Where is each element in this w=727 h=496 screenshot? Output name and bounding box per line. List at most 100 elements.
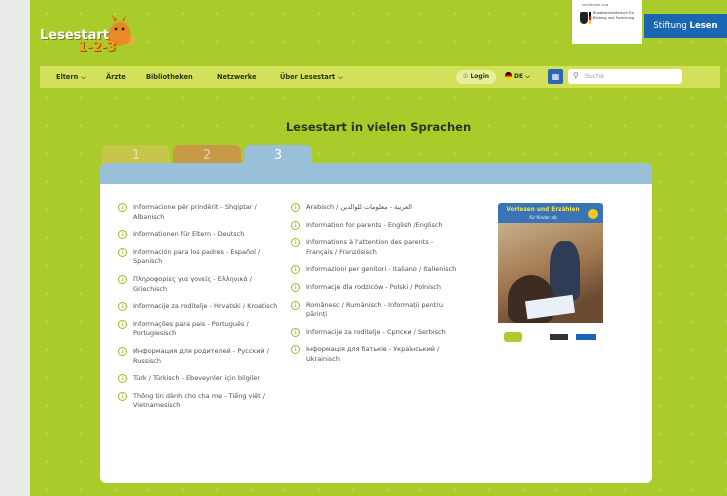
- link-label: Informações para pais - Português / Port…: [133, 319, 249, 338]
- nav-item-netzwerke[interactable]: Netzwerke: [217, 66, 256, 88]
- download-link[interactable]: ↓ Πληροφορίες για γονείς - Ελληνικά / Gri…: [118, 274, 288, 294]
- download-link[interactable]: ↓ Românesc / Rumänisch - Informații pentr…: [291, 300, 461, 320]
- main-nav: Eltern ⌵ Ärzte Bibliotheken Netzwerke Übe…: [40, 66, 720, 88]
- german-flag-icon: [589, 12, 591, 24]
- download-icon: ↓: [118, 319, 127, 329]
- link-label: Informazioni per genitori - Italiano / I…: [306, 265, 457, 274]
- chevron-down-icon: ⌵: [81, 74, 86, 81]
- login-button[interactable]: ☉ Login: [456, 70, 496, 84]
- link-label: Arabisch / العربية - معلومات للوالدين: [306, 203, 412, 211]
- download-link[interactable]: ↓ Informacije za roditelje - Hrvatski / K…: [118, 302, 288, 312]
- booklet-cover-image[interactable]: Vorlesen und Erzählen für Kinder ab: [498, 203, 603, 351]
- nav-item-eltern[interactable]: Eltern ⌵: [56, 66, 86, 88]
- link-label: Informacije za roditelje - Hrvatski / Kr…: [133, 302, 278, 311]
- bmbf-funding-note: GEFÖRDERT VOM: [582, 3, 609, 7]
- booklet-logos: [498, 323, 603, 351]
- download-icon: ↓: [291, 203, 300, 212]
- lesestart-logo[interactable]: Lesestart 1-2-3: [40, 10, 145, 60]
- nav-label: Netzwerke: [217, 73, 257, 81]
- link-label: Thông tin dành cho cha mẹ - Tiếng việt /…: [133, 391, 265, 410]
- nav-item-bibliotheken[interactable]: Bibliotheken: [146, 66, 193, 88]
- download-icon: ↓: [291, 300, 300, 310]
- child-figure: [550, 241, 580, 301]
- download-icon: ↓: [291, 220, 300, 230]
- search-icon: ⚲: [573, 71, 579, 80]
- link-label: Românesc / Rumänisch - Informații pentru…: [306, 300, 444, 319]
- link-label: Информация для родителей - Русский / Rus…: [133, 346, 269, 365]
- search-input[interactable]: [585, 70, 675, 82]
- language-select[interactable]: DE ⌵: [505, 70, 545, 84]
- download-icon: ↓: [291, 327, 300, 337]
- link-label: Informacje dla rodziców - Polski / Polni…: [306, 282, 442, 291]
- page-title: Lesestart in vielen Sprachen: [285, 120, 472, 134]
- chevron-down-icon: ⌵: [338, 74, 343, 81]
- download-link[interactable]: ↓ Informations à l'attention des parents …: [291, 238, 461, 257]
- download-icon: ↓: [291, 282, 300, 292]
- download-link[interactable]: ↓ Informacione për prindërit - Shqiptar /…: [118, 203, 288, 222]
- download-icon: ↓: [291, 345, 300, 355]
- download-icon: ↓: [118, 391, 127, 401]
- download-icon: ↓: [118, 203, 127, 212]
- language-label: DE: [514, 73, 524, 80]
- download-icon: ↓: [118, 302, 127, 312]
- download-link[interactable]: ↓ Informacje dla rodziców - Polski / Poln…: [291, 282, 461, 293]
- link-label: Informations à l'attention des parents -…: [306, 238, 434, 256]
- age-badge-icon: [588, 209, 598, 219]
- stiftung-lesen-logo[interactable]: Stiftung Lesen: [644, 14, 727, 38]
- user-icon: ☉: [462, 73, 469, 80]
- stiftung-word: Stiftung: [653, 21, 690, 31]
- download-icon: ↓: [118, 274, 127, 284]
- father-child-photo: [498, 223, 603, 323]
- download-list-right: ↓ Arabisch / العربية - معلومات للوالدين ↓…: [291, 203, 461, 373]
- link-label: Türk / Türkisch - Ebeveynler için bilgil…: [133, 374, 261, 383]
- link-label: Información para los padres - Español / …: [133, 247, 261, 266]
- link-label: Informacije za roditelje - Српски / Serb…: [306, 327, 446, 336]
- link-label: Інформація для батьків - Український / U…: [306, 345, 440, 363]
- bmbf-name: Bundesministerium für Bildung und Forsch…: [593, 11, 635, 20]
- german-flag-icon: [505, 72, 512, 79]
- link-label: Informacione për prindërit - Shqiptar / …: [133, 203, 257, 221]
- page: Lesestart 1-2-3 GEFÖRDERT VOM Bundesmini…: [30, 0, 727, 496]
- download-link[interactable]: ↓ Informationen für Eltern - Deutsch: [118, 230, 288, 240]
- download-link[interactable]: ↓ Información para los padres - Español /…: [118, 247, 288, 267]
- download-link[interactable]: ↓ Informazioni per genitori - Italiano / …: [291, 265, 461, 275]
- nav-label: Ärzte: [106, 73, 126, 81]
- accessibility-icon[interactable]: ▦: [548, 69, 563, 84]
- logo-number: 1-2-3: [78, 40, 116, 55]
- link-label: Information for parents - English /Engli…: [306, 220, 443, 229]
- login-label: Login: [470, 73, 490, 80]
- federal-eagle-icon: [580, 12, 588, 24]
- bmbf-mini-logo: [550, 334, 568, 340]
- chevron-down-icon: ⌵: [525, 73, 530, 80]
- nav-label: Eltern: [56, 73, 79, 81]
- download-link[interactable]: ↓ Türk / Türkisch - Ebeveynler için bilgi…: [118, 374, 288, 384]
- header: Lesestart 1-2-3 GEFÖRDERT VOM Bundesmini…: [30, 0, 727, 66]
- nav-item-ueber-lesestart[interactable]: Über Lesestart ⌵: [280, 66, 343, 88]
- link-label: Informationen für Eltern - Deutsch: [133, 230, 245, 239]
- download-list-left: ↓ Informacione për prindërit - Shqiptar /…: [118, 203, 288, 419]
- bmbf-logo[interactable]: GEFÖRDERT VOM Bundesministerium für Bild…: [572, 0, 642, 44]
- stiftung-mini-logo: [576, 334, 596, 340]
- nav-item-aerzte[interactable]: Ärzte: [106, 66, 126, 88]
- languages-card: ↓ Informacione për prindërit - Shqiptar /…: [100, 163, 652, 483]
- download-link[interactable]: ↓ Thông tin dành cho cha mẹ - Tiếng việt …: [118, 391, 288, 411]
- download-icon: ↓: [291, 238, 300, 248]
- booklet-title: Vorlesen und Erzählen: [506, 207, 580, 213]
- link-label: Πληροφορίες για γονείς - Ελληνικά / Grie…: [133, 274, 252, 293]
- download-icon: ↓: [118, 247, 127, 257]
- nav-label: Bibliotheken: [146, 73, 193, 81]
- download-icon: ↓: [118, 374, 127, 384]
- lesestart-mini-logo: [504, 332, 522, 342]
- download-link[interactable]: ↓ Information for parents - English /Engl…: [291, 220, 461, 231]
- window-margin: [0, 0, 30, 496]
- booklet-subtitle: für Kinder ab: [529, 215, 557, 220]
- download-link[interactable]: ↓ Arabisch / العربية - معلومات للوالدين: [291, 203, 461, 213]
- download-link[interactable]: ↓ Informacije za roditelje - Српски / Ser…: [291, 327, 461, 338]
- download-link[interactable]: ↓ Informações para pais - Português / Por…: [118, 319, 288, 339]
- download-link[interactable]: ↓ Информация для родителей - Русский / Ru…: [118, 346, 288, 366]
- search-box[interactable]: ⚲: [568, 69, 682, 84]
- nav-label: Über Lesestart: [280, 73, 336, 81]
- download-icon: ↓: [291, 265, 300, 275]
- card-header-bar: [100, 163, 652, 184]
- download-link[interactable]: ↓ Інформація для батьків - Український / …: [291, 345, 461, 364]
